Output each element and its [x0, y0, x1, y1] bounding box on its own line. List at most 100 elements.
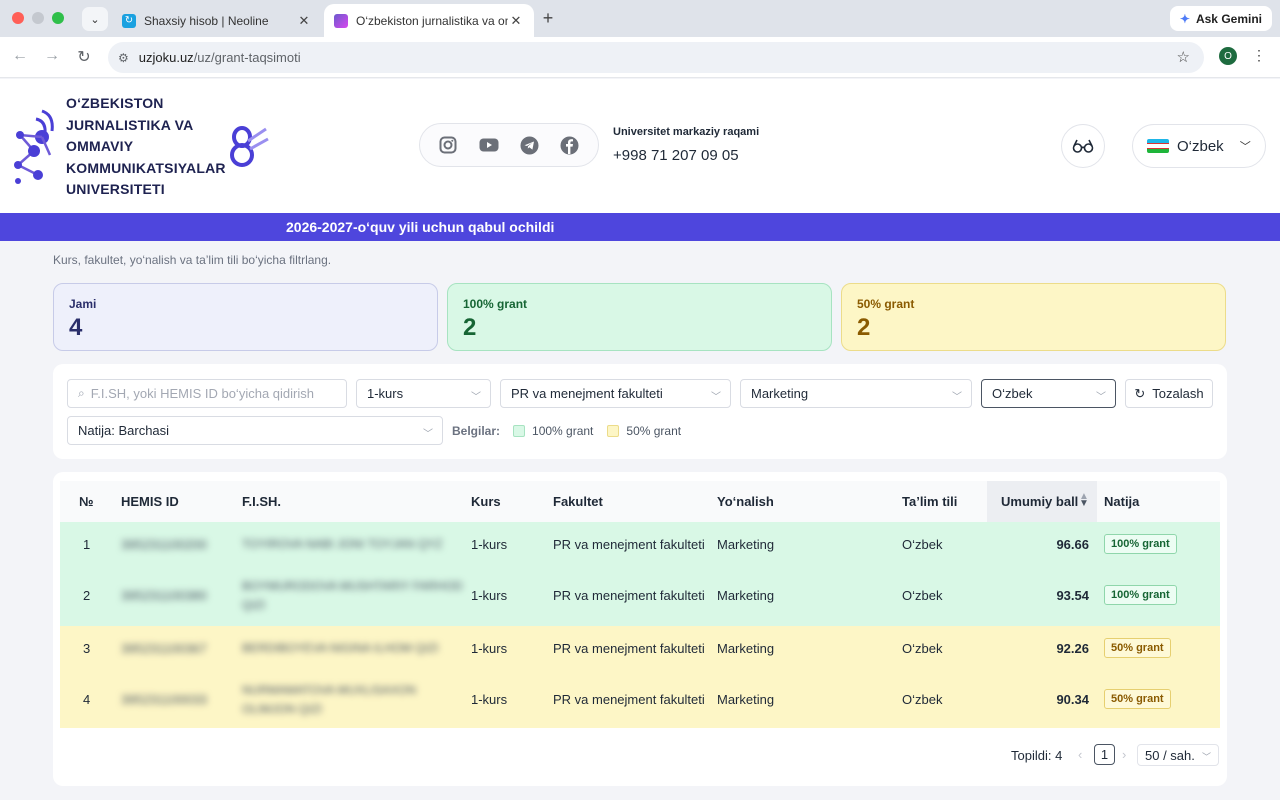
forward-arrow-icon[interactable]: → [41, 47, 63, 65]
pagination-total: Topildi: 4 [1011, 748, 1063, 763]
window-minimize-button[interactable] [32, 12, 44, 24]
cell-hemis: 395231100367 [121, 641, 207, 656]
cell-ball: 92.26 [1056, 641, 1089, 656]
stat-card-half-grant: 50% grant 2 [841, 283, 1226, 351]
browser-toolbar: ← → ↻ ⚙ uzjoku.uz/uz/grant-taqsimoti ☆ [0, 37, 1280, 78]
search-field[interactable]: ⌕ [67, 379, 347, 408]
stat-label: Jami [69, 297, 97, 311]
chevron-down-icon: ﹀ [1201, 752, 1211, 762]
status-badge: 50% grant [1104, 689, 1171, 709]
telegram-icon[interactable] [519, 135, 539, 155]
instagram-icon[interactable] [438, 135, 458, 155]
page-size-value: 50 / sah. [1145, 747, 1195, 763]
stat-card-full-grant: 100% grant 2 [447, 283, 832, 351]
chevron-left-icon[interactable]: ‹ [1078, 747, 1082, 762]
bookmark-star-icon[interactable]: ☆ [1177, 48, 1190, 66]
col-header-fish[interactable]: F.I.SH. [242, 494, 281, 509]
search-input[interactable] [90, 386, 331, 401]
results-table: № HEMIS ID F.I.SH. Kurs Fakultet Yo‘nali… [53, 472, 1227, 786]
table-row[interactable]: 2 395231100380 BOYMURODOVA MUSHTARIY FAR… [60, 573, 1220, 626]
browser-tab-neoline[interactable]: ↻ Shaxsiy hisob | Neoline ✕ [112, 4, 322, 37]
reload-icon[interactable]: ↻ [73, 47, 95, 67]
chevron-down-icon: ⌄ [90, 13, 100, 26]
university-logo-icon[interactable] [12, 105, 58, 185]
contact-phone[interactable]: +998 71 207 09 05 [613, 147, 739, 164]
legend-label-half: 50% grant [626, 424, 682, 438]
browser-tab-uzjoku[interactable]: O‘zbekiston jurnalistika va om ✕ [324, 4, 534, 37]
profile-avatar[interactable]: O [1219, 47, 1237, 65]
stat-value: 2 [463, 314, 477, 341]
gemini-spark-icon: ✦ [1179, 11, 1190, 26]
col-header-natija[interactable]: Natija [1104, 494, 1139, 509]
sort-icon[interactable]: ▲ ▼ [1079, 492, 1089, 509]
cell-fish-line2: QIZI [242, 598, 266, 612]
facebook-icon[interactable] [560, 135, 580, 155]
back-arrow-icon[interactable]: ← [9, 47, 31, 65]
new-tab-button[interactable]: + [538, 8, 558, 29]
university-name[interactable]: O‘ZBEKISTON JURNALISTIKA VA OMMAVIY KOMM… [66, 93, 236, 201]
youtube-icon[interactable] [479, 135, 499, 155]
kurs-select[interactable]: 1-kurs ﹀ [356, 379, 491, 408]
language-select[interactable]: O‘zbek ﹀ [1132, 124, 1266, 168]
yonalish-select-value: Marketing [751, 386, 809, 401]
cell-no: 3 [83, 641, 91, 656]
natija-select[interactable]: Natija: Barchasi ﹀ [67, 416, 443, 445]
pagination-page-1[interactable]: 1 [1094, 744, 1115, 765]
table-row[interactable]: 3 395231100367 BERDIBOYEVA NIGINA ILHOM … [60, 626, 1220, 677]
col-header-hemis[interactable]: HEMIS ID [121, 494, 179, 509]
status-badge: 100% grant [1104, 534, 1177, 554]
col-header-kurs[interactable]: Kurs [471, 494, 501, 509]
yonalish-select[interactable]: Marketing ﹀ [740, 379, 972, 408]
site-settings-icon[interactable]: ⚙ [118, 51, 129, 65]
cell-fakultet: PR va menejment fakulteti [553, 692, 705, 707]
anniversary-emblem-icon [230, 126, 269, 167]
ask-gemini-button[interactable]: ✦ Ask Gemini [1169, 6, 1272, 31]
address-bar[interactable]: ⚙ uzjoku.uz/uz/grant-taqsimoti ☆ [108, 42, 1204, 73]
window-maximize-button[interactable] [52, 12, 64, 24]
col-header-yonalish[interactable]: Yo‘nalish [717, 494, 774, 509]
cell-no: 4 [83, 692, 91, 707]
chevron-right-icon[interactable]: › [1122, 747, 1126, 762]
admission-banner[interactable]: 2026-2027-o‘quv yili uchun qabul ochildi [0, 213, 1280, 241]
cell-fish-line1: NURMAMATOVA MUXLISAXON [242, 683, 417, 697]
stat-value: 2 [857, 314, 871, 341]
status-badge: 50% grant [1104, 638, 1171, 658]
talim-tili-select[interactable]: O‘zbek ﹀ [981, 379, 1116, 408]
legend-swatch-half [607, 425, 620, 437]
table-header: № HEMIS ID F.I.SH. Kurs Fakultet Yo‘nali… [60, 481, 1220, 522]
col-header-fakultet[interactable]: Fakultet [553, 494, 603, 509]
close-icon[interactable]: ✕ [296, 13, 312, 29]
cell-fish: TOYIROVA NABI JONI TOYJAN QYZ [242, 537, 443, 551]
tab-search-button[interactable]: ⌄ [82, 7, 108, 31]
legend-title: Belgilar: [452, 424, 501, 438]
chevron-down-icon: ﹀ [423, 429, 433, 440]
col-header-ball[interactable]: Umumiy ball ▲ ▼ [987, 481, 1097, 522]
chevron-down-icon: ﹀ [711, 392, 721, 403]
fakultet-select-value: PR va menejment fakulteti [511, 386, 663, 401]
fakultet-select[interactable]: PR va menejment fakulteti ﹀ [500, 379, 731, 408]
cell-no: 1 [83, 537, 91, 552]
status-badge: 100% grant [1104, 585, 1177, 605]
cell-til: O‘zbek [902, 641, 943, 656]
legend-label-full: 100% grant [532, 424, 594, 438]
banner-text: 2026-2027-o‘quv yili uchun qabul ochildi [286, 219, 555, 235]
page-size-select[interactable]: 50 / sah. ﹀ [1137, 744, 1219, 766]
cell-yonalish: Marketing [717, 588, 775, 603]
table-row[interactable]: 1 395231100200 TOYIROVA NABI JONI TOYJAN… [60, 522, 1220, 573]
url-path: /uz/grant-taqsimoti [193, 50, 301, 65]
refresh-icon: ↻ [1134, 385, 1146, 401]
chevron-down-icon: ﹀ [1096, 392, 1106, 403]
page-subtitle: Kurs, fakultet, yo‘nalish va ta’lim tili… [53, 253, 332, 267]
more-menu-icon[interactable]: ⋮ [1252, 47, 1266, 64]
close-icon[interactable]: ✕ [508, 13, 524, 29]
stat-label: 100% grant [463, 297, 528, 311]
neoline-favicon-icon: ↻ [122, 13, 136, 28]
cell-fish: BERDIBOYEVA NIGINA ILHOM QIZI [242, 641, 439, 655]
window-close-button[interactable] [12, 12, 24, 24]
col-header-til[interactable]: Ta’lim tili [902, 494, 957, 509]
cell-fakultet: PR va menejment fakulteti [553, 537, 705, 552]
accessibility-glasses-button[interactable] [1061, 124, 1105, 168]
browser-tabstrip: ⌄ ↻ Shaxsiy hisob | Neoline ✕ O‘zbekisto… [0, 0, 1280, 37]
reset-filters-button[interactable]: ↻ Tozalash [1125, 379, 1213, 408]
table-row[interactable]: 4 395231100033 NURMAMATOVA MUXLISAXON OL… [60, 677, 1220, 728]
